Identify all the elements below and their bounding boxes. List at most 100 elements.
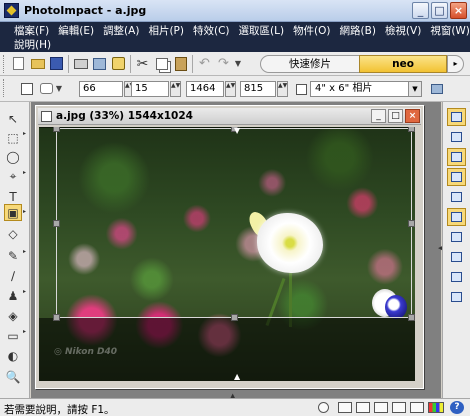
text-tool[interactable]: T bbox=[4, 188, 22, 205]
standard-selection-tool[interactable]: ⬚ bbox=[4, 129, 22, 146]
line-tool[interactable]: ∕ bbox=[4, 267, 22, 284]
crop-apply-button[interactable] bbox=[428, 80, 445, 97]
ruler-status-icon[interactable] bbox=[356, 402, 370, 413]
chevron-right-icon[interactable]: ▸ bbox=[23, 169, 26, 176]
close-button[interactable]: × bbox=[450, 2, 467, 19]
web-button[interactable] bbox=[447, 268, 466, 286]
help-button[interactable]: ? bbox=[450, 401, 464, 414]
color-mode-icon[interactable] bbox=[428, 402, 444, 413]
stamp-tool[interactable]: ♟ bbox=[4, 287, 22, 304]
grid-status-icon[interactable] bbox=[338, 402, 352, 413]
history-icon bbox=[451, 192, 462, 202]
help-panel-button[interactable] bbox=[447, 288, 466, 306]
actual-size-icon[interactable] bbox=[392, 402, 406, 413]
crop-top-field[interactable]: 15 bbox=[131, 81, 169, 97]
minimize-button[interactable]: _ bbox=[412, 2, 429, 19]
crop-handle-left[interactable] bbox=[53, 220, 60, 227]
navigator-button[interactable] bbox=[447, 208, 466, 226]
crop-tool[interactable]: ▣ bbox=[4, 204, 22, 221]
chevron-down-icon[interactable]: ▼ bbox=[408, 82, 421, 96]
layer-manager-button[interactable] bbox=[447, 128, 466, 146]
menu-object[interactable]: 物件(O) bbox=[293, 23, 330, 38]
scan-button[interactable] bbox=[91, 55, 108, 72]
save-button[interactable] bbox=[48, 55, 65, 72]
zoom-indicator-icon[interactable] bbox=[318, 402, 329, 413]
document-title-bar[interactable]: a.jpg (33%) 1544x1024 _ □ × bbox=[38, 108, 421, 125]
app-launch-button[interactable] bbox=[110, 55, 127, 72]
menu-bar: 檔案(F) 編輯(E) 調整(A) 相片(P) 特效(C) 選取區(L) 物件(… bbox=[0, 22, 470, 52]
menu-photo[interactable]: 相片(P) bbox=[148, 23, 184, 38]
chevron-right-icon[interactable]: ▸ bbox=[23, 248, 26, 255]
crop-height-spinner[interactable]: ▲▼ bbox=[277, 81, 288, 97]
menu-window[interactable]: 視窗(W) bbox=[430, 23, 470, 38]
preset-size-select[interactable]: 4" x 6" 相片 ▼ bbox=[310, 81, 422, 97]
gallery-button[interactable] bbox=[447, 228, 466, 246]
crop-handle-bottom-left[interactable] bbox=[53, 314, 60, 321]
maximize-button[interactable]: □ bbox=[431, 2, 448, 19]
magic-wand-tool[interactable]: ⌖ bbox=[4, 168, 22, 185]
toolbar-grip[interactable] bbox=[3, 79, 6, 97]
chevron-right-icon[interactable]: ▸ bbox=[23, 208, 26, 215]
menu-adjust[interactable]: 調整(A) bbox=[103, 23, 139, 38]
menu-file[interactable]: 檔案(F) bbox=[14, 23, 49, 38]
crop-shape-dropdown[interactable]: ▼ bbox=[54, 80, 64, 97]
print-button[interactable] bbox=[72, 55, 89, 72]
menu-help[interactable]: 說明(H) bbox=[14, 37, 51, 52]
chevron-right-icon[interactable]: ▸ bbox=[23, 328, 26, 335]
fill-tool[interactable]: ◈ bbox=[4, 307, 22, 324]
neo-tab[interactable]: neo bbox=[359, 55, 447, 73]
fit-window-icon[interactable] bbox=[374, 402, 388, 413]
undo-button[interactable]: ↶ bbox=[196, 55, 213, 72]
fixed-ratio-checkbox[interactable] bbox=[296, 84, 307, 95]
cut-button[interactable]: ✂ bbox=[134, 55, 151, 72]
easy-palette-button[interactable] bbox=[447, 108, 466, 126]
menu-web[interactable]: 網路(B) bbox=[340, 23, 376, 38]
crop-width-field[interactable]: 1464 bbox=[186, 81, 224, 97]
menu-edit[interactable]: 編輯(E) bbox=[58, 23, 94, 38]
zoom-tool[interactable]: 🔍 bbox=[4, 368, 22, 385]
chevron-right-icon[interactable]: ▸ bbox=[23, 288, 26, 295]
tab-menu-button[interactable]: ▸ bbox=[447, 55, 464, 73]
crop-height-field[interactable]: 815 bbox=[240, 81, 276, 97]
image-canvas[interactable]: ◎ Nikon D40 ▼ ▲ bbox=[39, 127, 415, 381]
crop-handle-bottom-right[interactable] bbox=[408, 314, 415, 321]
menu-effect[interactable]: 特效(C) bbox=[193, 23, 230, 38]
copy-button[interactable] bbox=[153, 55, 170, 72]
redo-button[interactable]: ↷ bbox=[215, 55, 232, 72]
document-maximize-button[interactable]: □ bbox=[388, 109, 403, 123]
player-button[interactable] bbox=[447, 248, 466, 266]
color-tool[interactable]: ◐ bbox=[4, 347, 22, 364]
paintbrush-tool[interactable]: ✎ bbox=[4, 247, 22, 264]
chevron-up-icon: ▲ bbox=[234, 372, 241, 381]
quick-command-button[interactable] bbox=[447, 148, 466, 166]
crop-rectangle[interactable] bbox=[53, 127, 415, 321]
new-file-button[interactable] bbox=[10, 55, 27, 72]
eraser-tool[interactable]: ▭ bbox=[4, 327, 22, 344]
crop-handle-top-right[interactable] bbox=[408, 127, 415, 132]
history-button[interactable] bbox=[447, 188, 466, 206]
document-minimize-button[interactable]: _ bbox=[371, 109, 386, 123]
grid-button[interactable] bbox=[18, 80, 35, 97]
crop-top-spinner[interactable]: ▲▼ bbox=[170, 81, 181, 97]
lasso-tool[interactable]: ◯ bbox=[4, 148, 22, 165]
chevron-right-icon[interactable]: ▸ bbox=[23, 130, 26, 137]
object-manager-button[interactable] bbox=[447, 168, 466, 186]
crop-handle-bottom[interactable] bbox=[231, 314, 238, 321]
crop-width-spinner[interactable]: ▲▼ bbox=[225, 81, 236, 97]
crop-handle-top-left[interactable] bbox=[53, 127, 60, 132]
toolbar-grip[interactable] bbox=[3, 55, 6, 73]
redo-dropdown[interactable]: ▼ bbox=[233, 55, 243, 72]
document-close-button[interactable]: × bbox=[405, 109, 420, 123]
menu-view[interactable]: 檢視(V) bbox=[385, 23, 421, 38]
shape-tool[interactable]: ◇ bbox=[4, 225, 22, 242]
histogram-icon[interactable] bbox=[410, 402, 424, 413]
open-file-button[interactable] bbox=[29, 55, 46, 72]
crop-handle-right[interactable] bbox=[408, 220, 415, 227]
quick-fix-tab[interactable]: 快速修片 bbox=[260, 55, 360, 73]
pick-tool[interactable]: ↖ bbox=[4, 110, 22, 127]
menu-selection[interactable]: 選取區(L) bbox=[239, 23, 285, 38]
app-icon[interactable] bbox=[4, 3, 19, 18]
paste-button[interactable] bbox=[172, 55, 189, 72]
crop-left-field[interactable]: 66 bbox=[79, 81, 123, 97]
crop-shape-button[interactable] bbox=[38, 80, 55, 97]
